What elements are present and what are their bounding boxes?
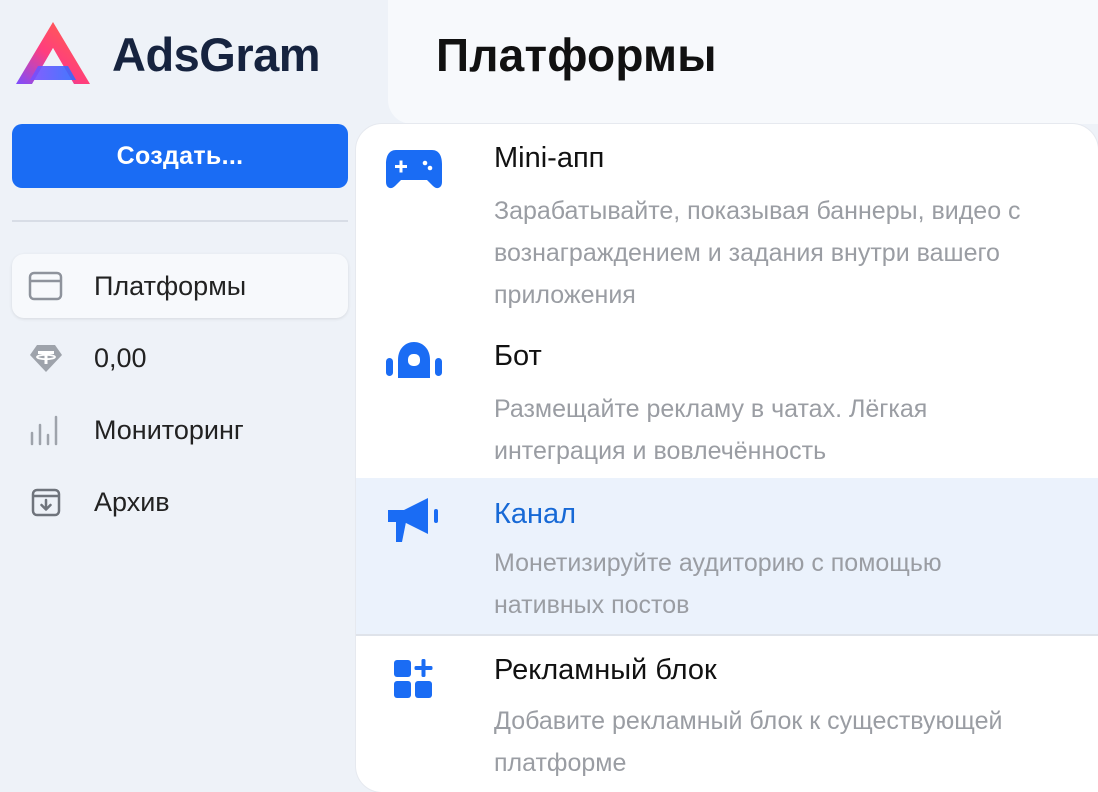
platform-title: Рекламный блок bbox=[494, 654, 717, 686]
platform-list: Mini-апп Зарабатывайте, показывая баннер… bbox=[356, 124, 1098, 792]
platform-card-bot[interactable]: Бот Размещайте рекламу в чатах. Лёгкая и… bbox=[356, 320, 1098, 478]
sidebar-item-monitoring[interactable]: Мониторинг bbox=[12, 398, 348, 462]
create-button[interactable]: Создать... bbox=[12, 124, 348, 188]
adsgram-logo[interactable]: AdsGram bbox=[12, 18, 321, 90]
platform-card-mini-app[interactable]: Mini-апп Зарабатывайте, показывая баннер… bbox=[356, 124, 1098, 320]
sidebar-item-label: 0,00 bbox=[94, 342, 147, 373]
robot-icon bbox=[384, 340, 444, 385]
platform-card-channel[interactable]: Канал Монетизируйте аудиторию с помощью … bbox=[356, 478, 1098, 634]
brand-name: AdsGram bbox=[112, 27, 321, 81]
platform-description: Размещайте рекламу в чатах. Лёгкая интег… bbox=[494, 395, 928, 465]
sidebar: AdsGram Создать... Платформы 0,00 Монито… bbox=[0, 0, 388, 792]
megaphone-icon bbox=[384, 496, 444, 551]
sidebar-item-platforms[interactable]: Платформы bbox=[12, 254, 348, 318]
sidebar-item-label: Мониторинг bbox=[94, 414, 244, 445]
sidebar-item-label: Платформы bbox=[94, 270, 247, 301]
platform-title: Бот bbox=[494, 340, 542, 372]
gamepad-icon bbox=[384, 148, 444, 195]
sidebar-item-label: Архив bbox=[94, 486, 170, 517]
platform-title: Mini-апп bbox=[494, 142, 605, 174]
sidebar-divider bbox=[12, 220, 348, 222]
window-icon bbox=[12, 270, 82, 302]
sidebar-item-balance[interactable]: 0,00 bbox=[12, 326, 348, 390]
add-block-icon bbox=[384, 656, 444, 711]
adsgram-logo-icon bbox=[16, 22, 90, 84]
page-header: Платформы bbox=[388, 0, 1098, 124]
platform-description: Монетизируйте аудиторию с помощью нативн… bbox=[494, 549, 942, 619]
bar-chart-icon bbox=[12, 413, 82, 447]
platform-card-ad-block[interactable]: Рекламный блок Добавите рекламный блок к… bbox=[356, 636, 1098, 792]
platform-description: Зарабатывайте, показывая баннеры, видео … bbox=[494, 197, 1021, 309]
page-title: Платформы bbox=[436, 29, 717, 81]
tether-icon bbox=[12, 342, 82, 374]
sidebar-item-archive[interactable]: Архив bbox=[12, 470, 348, 534]
platform-title: Канал bbox=[494, 498, 577, 530]
platform-description: Добавите рекламный блок к существующей п… bbox=[494, 707, 1003, 777]
archive-icon bbox=[12, 486, 82, 518]
